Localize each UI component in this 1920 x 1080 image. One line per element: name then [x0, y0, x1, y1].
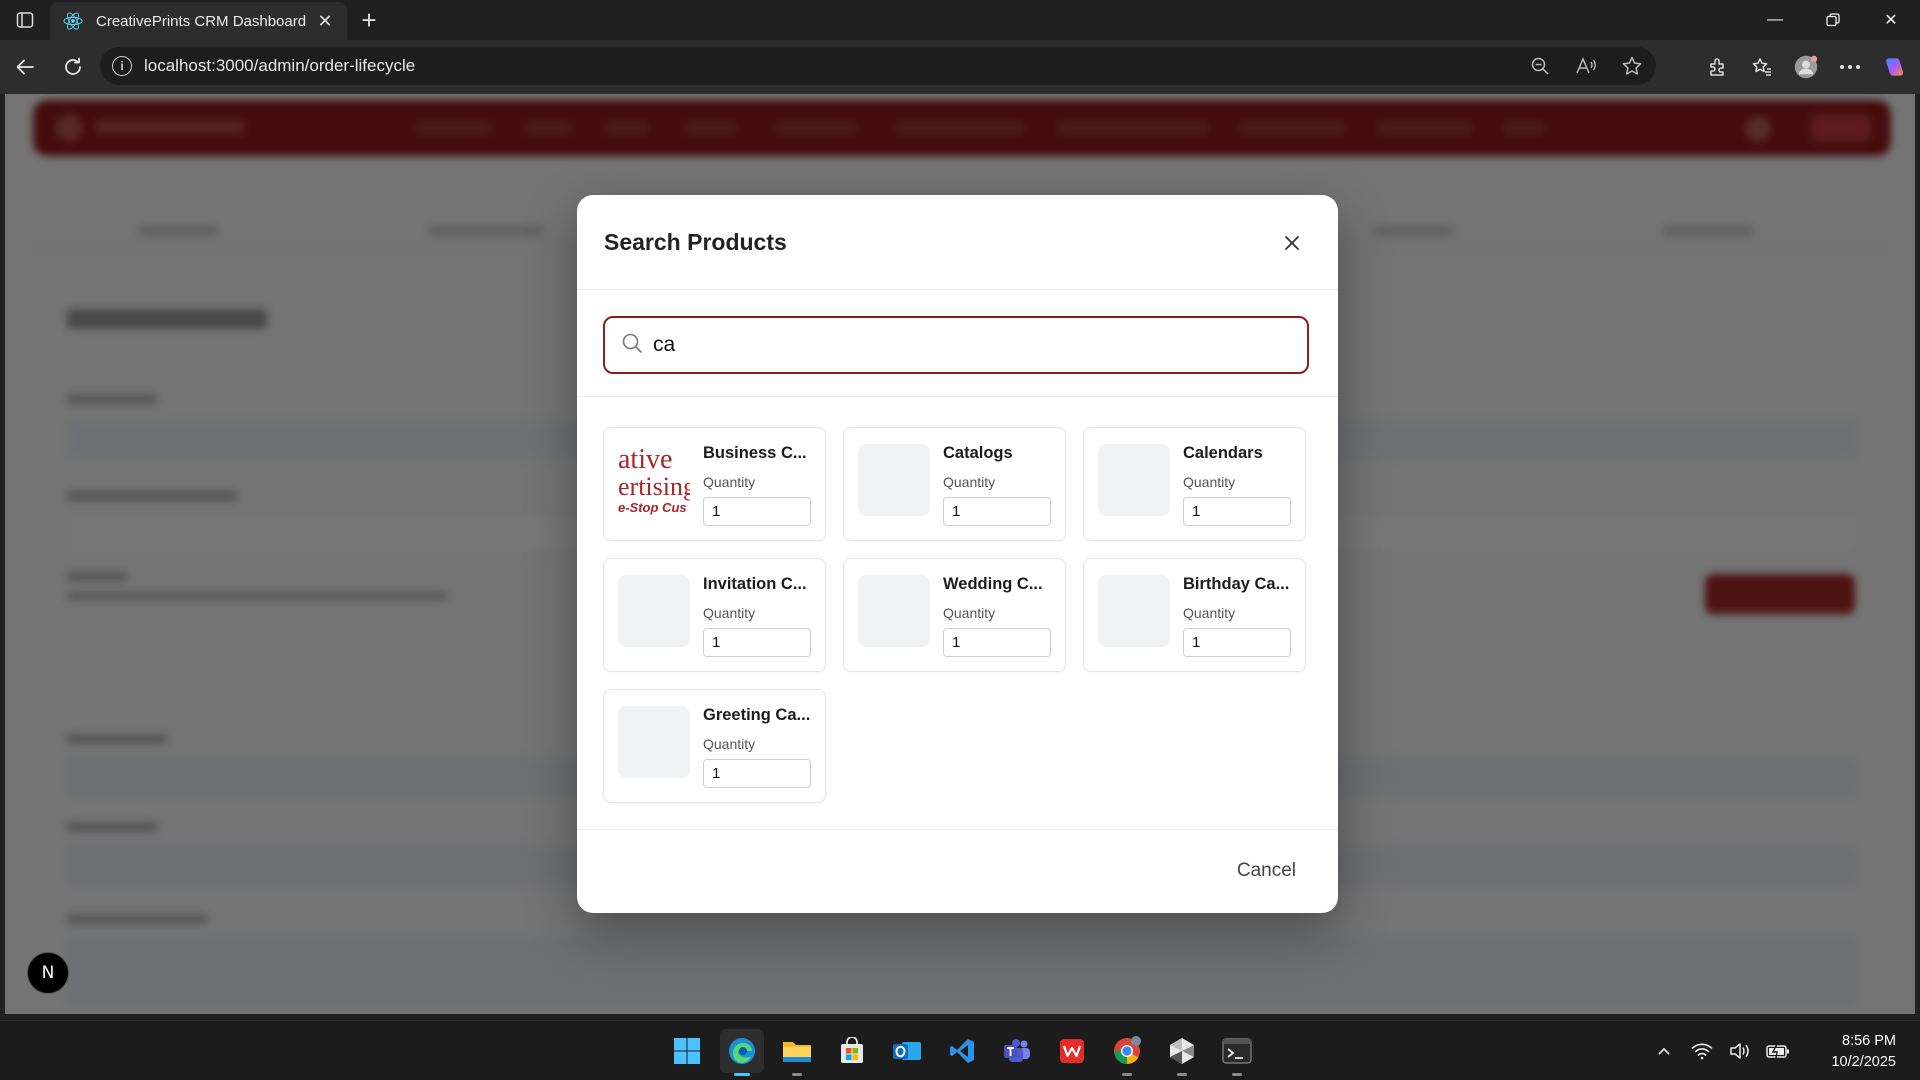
react-icon [62, 10, 84, 32]
modal-header: Search Products [577, 195, 1338, 290]
product-card[interactable]: Calendars Quantity [1083, 427, 1306, 541]
clock-time: 8:56 PM [1842, 1033, 1896, 1049]
url-text: localhost:3000/admin/order-lifecycle [144, 56, 416, 75]
extensions-icon[interactable] [1706, 55, 1730, 79]
product-card[interactable]: Greeting Ca... Quantity [603, 689, 826, 803]
quantity-input[interactable] [1183, 628, 1291, 657]
browser-tab-bar: CreativePrints CRM Dashboard ✕ + ― ✕ [0, 0, 1920, 40]
more-options-icon[interactable] [1838, 55, 1862, 79]
terminal-icon[interactable] [1215, 1029, 1259, 1076]
system-clock[interactable]: 8:56 PM 10/2/2025 [1831, 1031, 1896, 1073]
quantity-label: Quantity [1183, 474, 1236, 490]
product-name: Calendars [1183, 444, 1263, 462]
window-controls: ― ✕ [1746, 0, 1920, 40]
favorite-star-icon[interactable] [1620, 54, 1644, 78]
product-card[interactable]: Wedding C... Quantity [843, 558, 1066, 672]
system-tray [1652, 1039, 1790, 1063]
quantity-label: Quantity [703, 605, 756, 621]
edge-icon[interactable] [720, 1029, 764, 1076]
nextjs-dev-badge[interactable]: N [27, 952, 69, 994]
taskbar-apps [665, 1029, 1259, 1076]
battery-icon[interactable] [1766, 1039, 1790, 1063]
search-input[interactable] [653, 333, 1253, 357]
chrome-icon[interactable] [1105, 1029, 1149, 1076]
product-name: Catalogs [943, 444, 1013, 462]
chevron-up-icon[interactable] [1652, 1039, 1676, 1063]
wps-office-icon[interactable] [1050, 1029, 1094, 1073]
quantity-input[interactable] [943, 497, 1051, 526]
product-name: Wedding C... [943, 575, 1043, 593]
teams-icon[interactable] [995, 1029, 1039, 1073]
quantity-label: Quantity [943, 474, 996, 490]
close-icon[interactable] [1280, 231, 1304, 255]
product-thumbnail-placeholder [1098, 444, 1170, 516]
product-card[interactable]: ative ertising e-Stop Cus Business C... … [603, 427, 826, 541]
search-box[interactable] [603, 316, 1309, 374]
site-info-icon[interactable]: i [112, 56, 132, 76]
search-section [577, 290, 1338, 397]
windows-taskbar: 8:56 PM 10/2/2025 [0, 1020, 1920, 1080]
browser-toolbar: i localhost:3000/admin/order-lifecycle [0, 40, 1920, 94]
restore-icon[interactable] [1804, 0, 1862, 40]
minimize-icon[interactable]: ― [1746, 0, 1804, 40]
product-card[interactable]: Birthday Ca... Quantity [1083, 558, 1306, 672]
product-name: Business C... [703, 444, 807, 462]
zoom-out-icon[interactable] [1528, 54, 1552, 78]
modal-title: Search Products [604, 229, 787, 255]
tab-title: CreativePrints CRM Dashboard [96, 12, 307, 30]
product-thumbnail-placeholder [618, 706, 690, 778]
product-name: Birthday Ca... [1183, 575, 1290, 593]
search-icon [621, 332, 643, 359]
favorites-icon[interactable] [1750, 55, 1774, 79]
refresh-icon[interactable] [50, 47, 96, 87]
outlook-icon[interactable] [885, 1029, 929, 1073]
product-thumbnail-placeholder [1098, 575, 1170, 647]
quantity-label: Quantity [703, 736, 756, 752]
cancel-button[interactable]: Cancel [1237, 860, 1296, 882]
read-aloud-icon[interactable] [1574, 54, 1598, 78]
quantity-input[interactable] [703, 497, 811, 526]
new-tab-button[interactable]: + [347, 0, 391, 40]
vscode-icon[interactable] [940, 1029, 984, 1073]
microsoft-store-icon[interactable] [830, 1029, 874, 1073]
tab-actions-icon[interactable] [0, 0, 50, 40]
copilot-icon[interactable] [1882, 55, 1906, 79]
browser-tab-active[interactable]: CreativePrints CRM Dashboard ✕ [50, 2, 347, 40]
product-thumbnail-placeholder [618, 575, 690, 647]
tab-close-icon[interactable]: ✕ [315, 11, 335, 32]
cursor-icon[interactable] [1160, 1029, 1204, 1076]
quantity-input[interactable] [703, 759, 811, 788]
wifi-icon[interactable] [1690, 1039, 1714, 1063]
product-name: Invitation C... [703, 575, 807, 593]
clock-date: 10/2/2025 [1831, 1054, 1896, 1070]
quantity-input[interactable] [703, 628, 811, 657]
back-icon[interactable] [2, 47, 48, 87]
file-explorer-icon[interactable] [775, 1029, 819, 1076]
close-window-icon[interactable]: ✕ [1862, 0, 1920, 40]
product-name: Greeting Ca... [703, 706, 811, 724]
quantity-label: Quantity [943, 605, 996, 621]
product-card[interactable]: Catalogs Quantity [843, 427, 1066, 541]
product-results-grid: ative ertising e-Stop Cus Business C... … [603, 427, 1309, 803]
address-bar[interactable]: i localhost:3000/admin/order-lifecycle [100, 47, 1656, 85]
product-thumbnail-placeholder [858, 444, 930, 516]
modal-footer: Cancel [577, 829, 1338, 913]
quantity-input[interactable] [943, 628, 1051, 657]
product-thumbnail-placeholder [858, 575, 930, 647]
quantity-input[interactable] [1183, 497, 1291, 526]
product-thumbnail: ative ertising e-Stop Cus [618, 444, 690, 516]
volume-icon[interactable] [1728, 1039, 1752, 1063]
quantity-label: Quantity [1183, 605, 1236, 621]
search-products-modal: Search Products ative ertising e-Stop Cu… [577, 195, 1338, 913]
product-card[interactable]: Invitation C... Quantity [603, 558, 826, 672]
quantity-label: Quantity [703, 474, 756, 490]
profile-avatar-icon[interactable] [1794, 55, 1818, 79]
windows-start-icon[interactable] [665, 1029, 709, 1073]
